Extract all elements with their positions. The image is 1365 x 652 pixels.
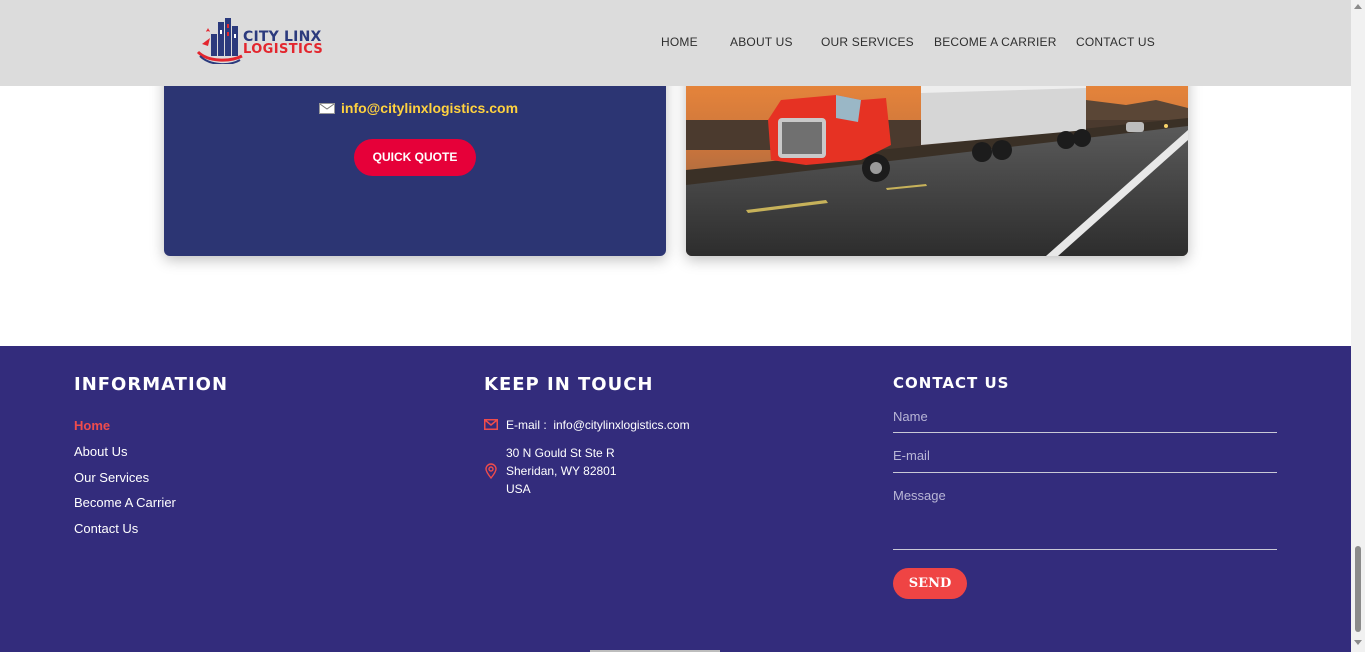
truck-photo [686,60,1188,256]
brand-line2: LOGISTICS [243,42,324,57]
site-footer: INFORMATION Home About Us Our Services B… [0,346,1351,652]
address-line-2: Sheridan, WY 82801 [506,464,617,478]
site-header: CITY LINX LOGISTICS HOME ABOUT US OUR SE… [0,0,1351,86]
quick-quote-button[interactable]: QUICK QUOTE [354,139,476,176]
nav-item-home[interactable]: HOME [661,35,698,49]
email-field[interactable]: E-mail [893,448,1277,473]
information-heading: INFORMATION [74,374,229,395]
footer-link-become-a-carrier[interactable]: Become A Carrier [74,495,176,510]
promo-email-text[interactable]: info@citylinxlogistics.com [341,100,518,116]
nav-item-about-us[interactable]: ABOUT US [730,35,793,49]
contact-promo-card: info@citylinxlogistics.com QUICK QUOTE [164,60,666,256]
page: info@citylinxlogistics.com QUICK QUOTE C… [0,0,1365,652]
footer-link-about-us[interactable]: About Us [74,444,127,459]
scroll-up-arrow-icon[interactable] [1354,4,1362,9]
brand-wordmark: CITY LINX LOGISTICS [243,30,324,57]
message-field[interactable]: Message [893,488,1277,550]
scrollbar-thumb[interactable] [1355,546,1361,632]
envelope-icon [319,102,335,114]
truck-image-illustration [686,60,1188,256]
envelope-icon [484,419,498,430]
brand-logo[interactable]: CITY LINX LOGISTICS [196,16,341,64]
footer-link-contact-us[interactable]: Contact Us [74,521,138,536]
footer-link-our-services[interactable]: Our Services [74,470,149,485]
name-field[interactable]: Name [893,409,1277,433]
scroll-down-arrow-icon[interactable] [1354,640,1362,645]
address-line-3: USA [506,482,531,496]
vertical-scrollbar[interactable] [1351,0,1365,652]
email-label: E-mail : [506,418,547,432]
send-button[interactable]: SEND [893,568,967,599]
promo-email[interactable]: info@citylinxlogistics.com [319,100,518,116]
footer-email-link[interactable]: info@citylinxlogistics.com [553,418,689,432]
nav-item-our-services[interactable]: OUR SERVICES [821,35,914,49]
contact-us-heading: CONTACT US [893,374,1010,392]
address-line-1: 30 N Gould St Ste R [506,446,615,460]
keep-in-touch-heading: KEEP IN TOUCH [484,374,654,395]
city-skyline-logo-icon [196,18,243,64]
footer-link-home[interactable]: Home [74,418,110,433]
nav-item-contact-us[interactable]: CONTACT US [1076,35,1155,49]
footer-email-label: E-mail : info@citylinxlogistics.com [506,418,690,432]
nav-item-become-a-carrier[interactable]: BECOME A CARRIER [934,35,1057,49]
location-pin-icon [485,463,497,479]
